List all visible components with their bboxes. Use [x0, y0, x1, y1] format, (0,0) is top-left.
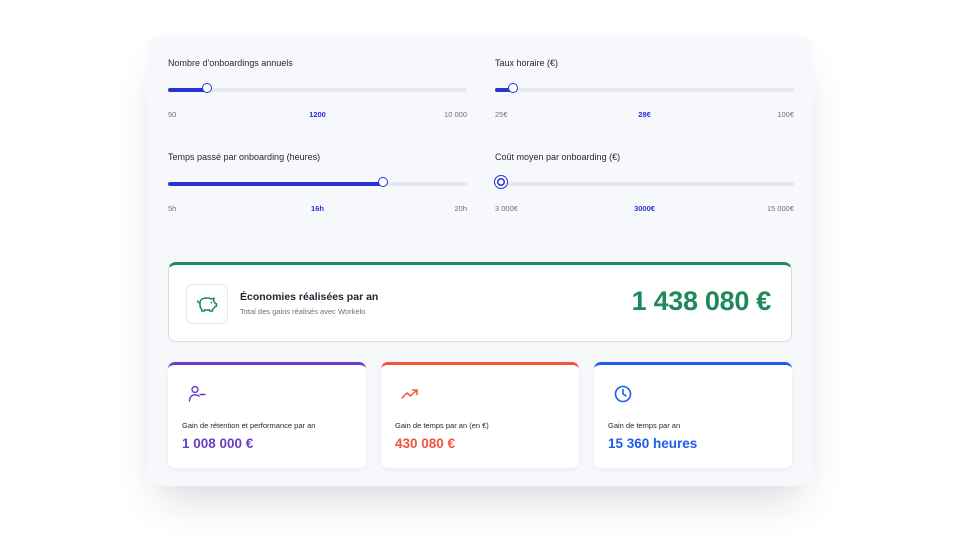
retention-gain-value: 1 008 000 €	[182, 436, 254, 451]
time-per-onboarding-slider-scale: 5h 16h 20h	[168, 204, 467, 216]
average-cost-slider-track[interactable]	[493, 175, 794, 189]
time-per-onboarding-slider-label: Temps passé par onboarding (heures)	[168, 152, 321, 162]
hourly-rate-slider-track[interactable]	[495, 83, 794, 93]
trending-up-icon	[401, 389, 418, 399]
time-gain-euros-value: 430 080 €	[395, 436, 456, 451]
onboardings-slider-fill	[168, 88, 207, 92]
slider-current-value: 28€	[638, 110, 651, 119]
slider-max-label: 20h	[454, 204, 467, 213]
average-cost-slider-thumb[interactable]	[493, 175, 508, 189]
slider-min-label: 50	[168, 110, 177, 119]
savings-total-value: 1 438 080 €	[631, 286, 772, 316]
onboardings-slider-track[interactable]	[168, 83, 467, 93]
hourly-rate-slider-scale: 25€ 28€ 100€	[495, 110, 794, 122]
user-minus-icon	[188, 385, 206, 402]
annual-savings-card: Économies réalisées par an Total des gai…	[168, 262, 792, 342]
slider-current-value: 1200	[309, 110, 326, 119]
slider-current-value: 3000€	[634, 204, 655, 213]
hourly-rate-slider-label: Taux horaire (€)	[495, 58, 559, 68]
time-gain-hours-value: 15 360 heures	[608, 436, 698, 451]
retention-gain-label: Gain de rétention et performance par an	[182, 421, 316, 430]
onboardings-slider-thumb[interactable]	[201, 83, 212, 93]
onboardings-slider-scale: 50 1200 10 000	[168, 110, 467, 122]
time-gain-hours-card: Gain de temps par an 15 360 heures	[594, 362, 792, 468]
savings-subtitle: Total des gains réalisés avec Workelo	[240, 307, 366, 316]
average-cost-slider-label: Coût moyen par onboarding (€)	[495, 152, 621, 162]
average-cost-slider-scale: 3 000€ 3000€ 15 000€	[495, 204, 794, 216]
piggy-bank-icon	[196, 297, 218, 312]
time-gain-hours-label: Gain de temps par an	[608, 421, 681, 430]
clock-icon	[614, 385, 632, 403]
hourly-rate-slider-thumb[interactable]	[507, 83, 518, 93]
slider-current-value: 16h	[311, 204, 324, 213]
slider-max-label: 10 000	[444, 110, 467, 119]
slider-max-label: 100€	[777, 110, 794, 119]
retention-gain-card: Gain de rétention et performance par an …	[168, 362, 366, 468]
slider-min-label: 5h	[168, 204, 177, 213]
slider-max-label: 15 000€	[766, 204, 794, 213]
time-per-onboarding-slider-fill	[168, 182, 384, 186]
savings-title: Économies réalisées par an	[240, 291, 379, 303]
time-per-onboarding-slider-track[interactable]	[168, 177, 467, 187]
time-gain-euros-card: Gain de temps par an (en €) 430 080 €	[381, 362, 579, 468]
time-per-onboarding-slider-thumb[interactable]	[378, 177, 389, 187]
slider-min-label: 3 000€	[495, 204, 518, 213]
slider-min-label: 25€	[495, 110, 508, 119]
onboardings-slider-label: Nombre d'onboardings annuels	[168, 58, 293, 68]
time-gain-euros-label: Gain de temps par an (en €)	[395, 421, 489, 430]
roi-calculator-panel: Nombre d'onboardings annuels 50 1200 10 …	[148, 36, 812, 486]
piggy-bank-icon-box	[186, 284, 228, 324]
